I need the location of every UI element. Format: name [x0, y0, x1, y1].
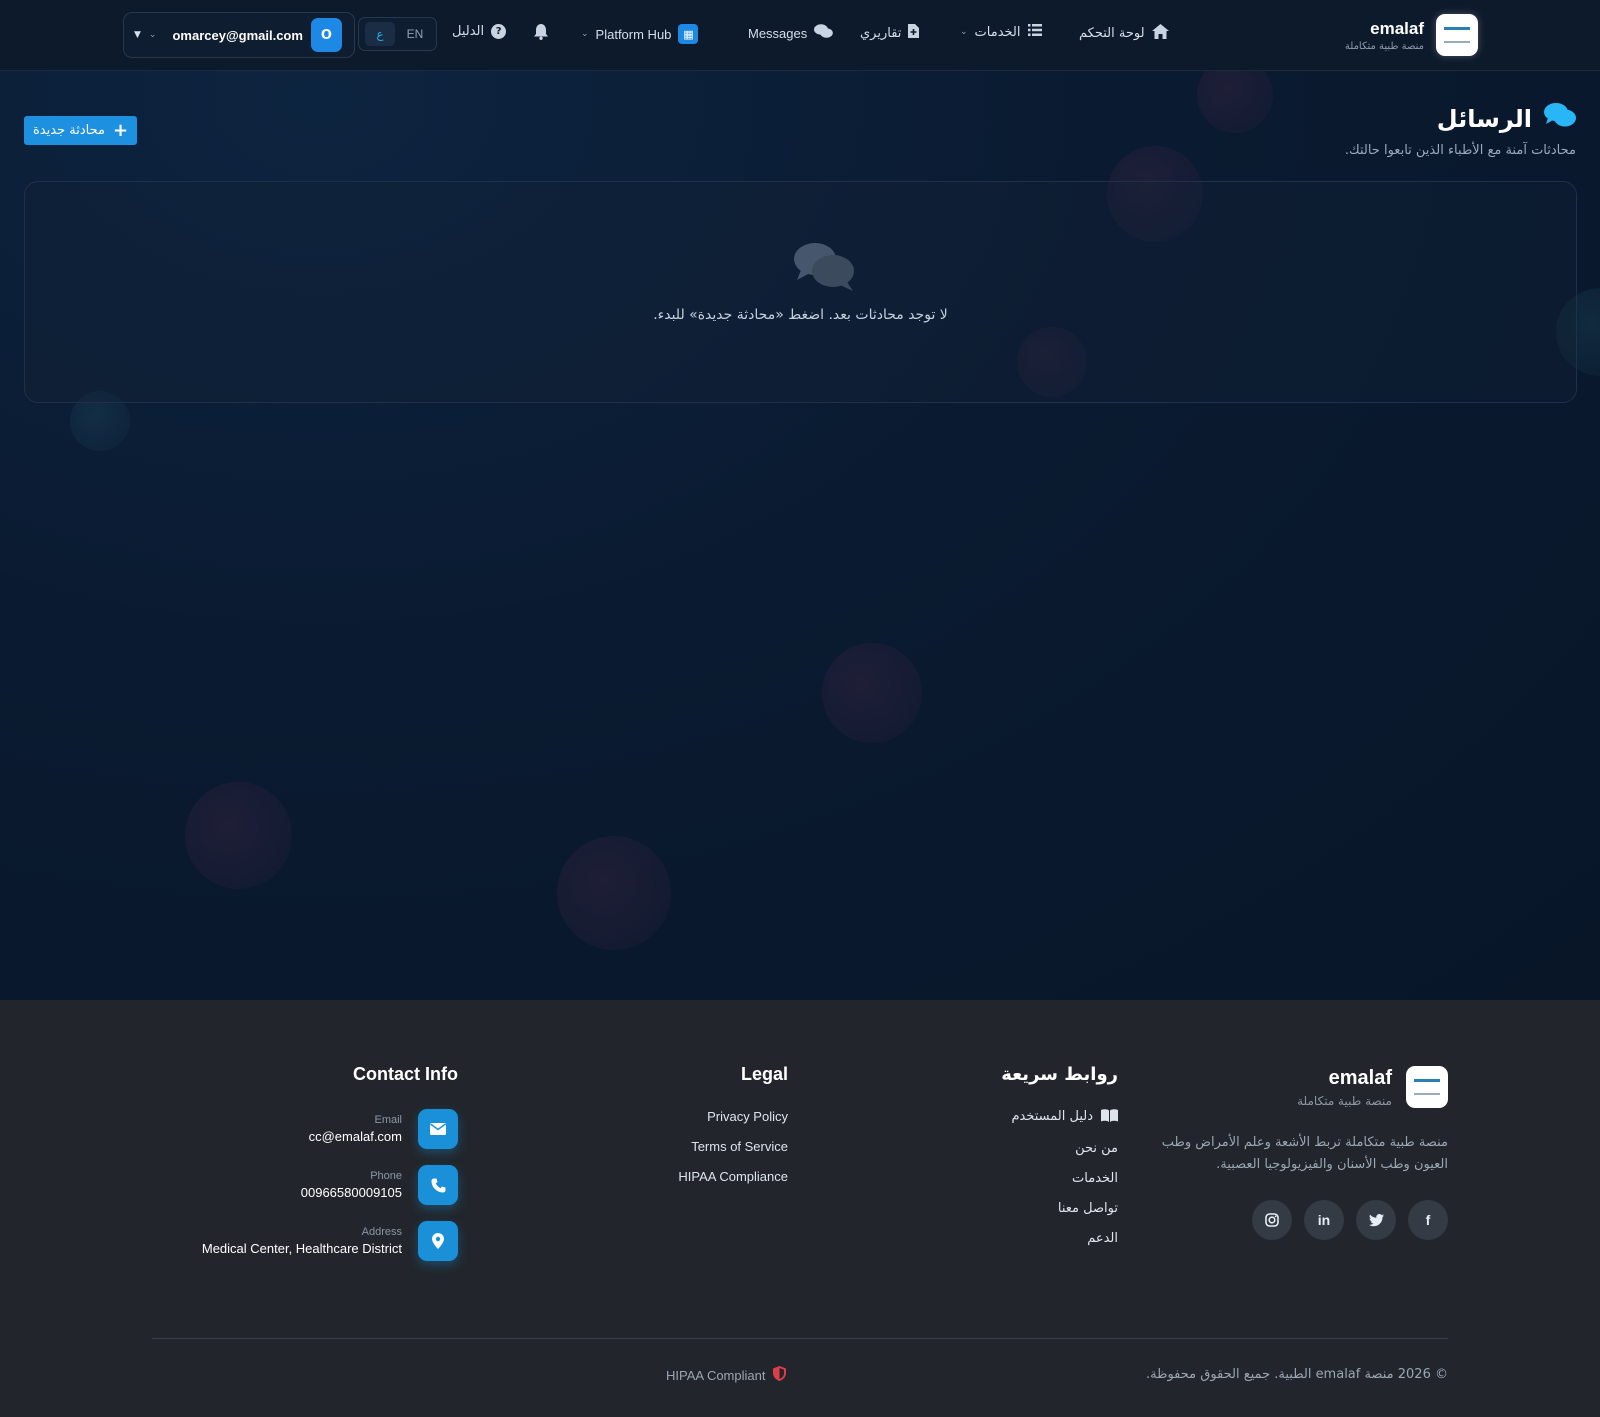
linkedin-icon[interactable]: in	[1304, 1200, 1344, 1240]
empty-state-text: لا توجد محادثات بعد. اضغط «محادثة جديدة»…	[653, 307, 948, 323]
hipaa-label: HIPAA Compliant	[666, 1367, 766, 1383]
page-subtitle: محادثات آمنة مع الأطباء الذين تابعوا حال…	[1344, 143, 1576, 158]
phone-icon	[418, 1165, 458, 1205]
page-header: الرسائل محادثات آمنة مع الأطباء الذين تا…	[1345, 103, 1576, 158]
footer-link-terms[interactable]: Terms of Service	[678, 1139, 788, 1154]
brand-subtitle: منصة طبية متكاملة	[1344, 40, 1424, 52]
contact-email: Email cc@emalaf.com	[202, 1109, 458, 1149]
comments-icon	[1544, 103, 1576, 135]
facebook-icon[interactable]: f	[1408, 1200, 1448, 1240]
nav-services[interactable]: ⌄ الخدمات	[960, 24, 1042, 40]
footer-logo	[1406, 1066, 1448, 1108]
footer-link-support[interactable]: الدعم	[1001, 1231, 1118, 1246]
avatar: O	[310, 18, 342, 52]
nav-reports-label: تقاريري	[860, 25, 902, 41]
nav-messages-label: Messages	[748, 26, 808, 41]
nav-messages[interactable]: Messages	[748, 24, 834, 43]
lang-arabic-button[interactable]: ع	[365, 22, 395, 46]
footer-link-about[interactable]: من نحن	[1001, 1141, 1118, 1156]
footer-link-contact[interactable]: تواصل معنا	[1001, 1201, 1118, 1216]
plus-icon: +	[112, 120, 129, 141]
nav-dashboard-label: لوحة التحكم	[1079, 26, 1145, 41]
notifications-button[interactable]	[534, 24, 548, 44]
new-chat-button[interactable]: + محادثة جديدة	[24, 116, 138, 145]
brand-logo	[1436, 14, 1478, 56]
contact-phone: Phone 00966580009105	[202, 1165, 458, 1205]
lang-english-button[interactable]: EN	[400, 27, 430, 41]
hipaa-badge: HIPAA Compliant	[666, 1366, 787, 1384]
contact-phone-value[interactable]: 00966580009105	[301, 1185, 402, 1200]
brand[interactable]: emalaf منصة طبية متكاملة	[1345, 14, 1478, 56]
footer-link-user-guide[interactable]: دليل المستخدم	[1001, 1109, 1118, 1126]
legal-links: Legal Privacy Policy Terms of Service HI…	[678, 1064, 788, 1199]
user-email: omarcey@gmail.com	[172, 27, 303, 43]
footer: emalaf منصة طبية متكاملة منصة طبية متكام…	[0, 1000, 1600, 1417]
nav-platform-hub[interactable]: ⌄ Platform Hub ▦	[581, 24, 699, 44]
twitter-icon[interactable]	[1356, 1200, 1396, 1240]
comments-icon	[814, 24, 834, 43]
home-icon	[1151, 24, 1169, 43]
bell-icon	[534, 24, 548, 44]
footer-description: منصة طبية متكاملة تربط الأشعة وعلم الأمر…	[1161, 1135, 1448, 1172]
chevron-down-icon: ⌄	[960, 27, 968, 37]
book-icon	[1101, 1109, 1118, 1126]
user-menu[interactable]: ▼ ⌄ omarcey@gmail.com O	[123, 12, 355, 58]
list-icon	[1027, 24, 1042, 40]
nav-services-label: الخدمات	[974, 24, 1021, 40]
nav-guide-label: الدليل	[452, 24, 485, 39]
nav-platform-hub-label: Platform Hub	[595, 26, 672, 42]
envelope-icon	[418, 1109, 458, 1149]
footer-link-privacy[interactable]: Privacy Policy	[678, 1109, 788, 1124]
footer-link-label: دليل المستخدم	[1011, 1109, 1093, 1124]
contact-address-value: Medical Center, Healthcare District	[201, 1241, 402, 1256]
conversations-empty-state: لا توجد محادثات بعد. اضغط «محادثة جديدة»…	[24, 181, 1577, 403]
footer-divider	[152, 1338, 1448, 1339]
brand-name: emalaf	[1370, 18, 1424, 38]
map-pin-icon	[418, 1221, 458, 1261]
nav-guide[interactable]: الدليل ?	[452, 24, 507, 39]
footer-link-hipaa[interactable]: HIPAA Compliance	[678, 1169, 788, 1184]
page-title: الرسائل	[1436, 105, 1532, 133]
hub-icon: ▦	[678, 24, 699, 44]
chevron-down-icon: ⌄	[148, 30, 157, 40]
instagram-icon[interactable]	[1252, 1200, 1292, 1240]
chevron-down-icon: ⌄	[581, 29, 589, 39]
file-icon	[908, 24, 920, 42]
social-links: f in	[1252, 1200, 1448, 1240]
contact-address-label: Address	[361, 1226, 402, 1238]
nav-dashboard[interactable]: لوحة التحكم	[1079, 24, 1169, 43]
help-icon: ?	[491, 24, 507, 39]
contact-email-value[interactable]: cc@emalaf.com	[309, 1129, 402, 1144]
nav-reports[interactable]: تقاريري	[860, 24, 920, 42]
legal-title: Legal	[740, 1064, 788, 1084]
footer-link-services[interactable]: الخدمات	[1001, 1171, 1118, 1186]
contact-email-label: Email	[374, 1114, 402, 1126]
copyright-text: © 2026 منصة emalaf الطبية. جميع الحقوق م…	[1146, 1367, 1448, 1382]
language-switcher: ع EN	[358, 17, 437, 51]
contact-info: Contact Info Email cc@emalaf.com Phone 0…	[202, 1064, 458, 1277]
contact-title: Contact Info	[353, 1064, 458, 1084]
top-navbar: emalaf منصة طبية متكاملة لوحة التحكم ⌄ ا…	[0, 0, 1600, 71]
caret-down-icon: ▼	[134, 30, 141, 40]
quick-links: روابط سريعة دليل المستخدم من نحن الخدمات…	[1001, 1064, 1118, 1261]
footer-brand-name: emalaf	[1328, 1066, 1392, 1089]
shield-icon	[773, 1366, 787, 1384]
contact-address: Address Medical Center, Healthcare Distr…	[202, 1221, 458, 1261]
footer-brand-subtitle: منصة طبية متكاملة	[1297, 1093, 1392, 1108]
quick-links-title: روابط سريعة	[1001, 1064, 1118, 1085]
contact-phone-label: Phone	[370, 1170, 402, 1182]
new-chat-label: محادثة جديدة	[33, 123, 105, 138]
footer-brand[interactable]: emalaf منصة طبية متكاملة	[1297, 1066, 1448, 1108]
comments-icon	[793, 242, 857, 292]
